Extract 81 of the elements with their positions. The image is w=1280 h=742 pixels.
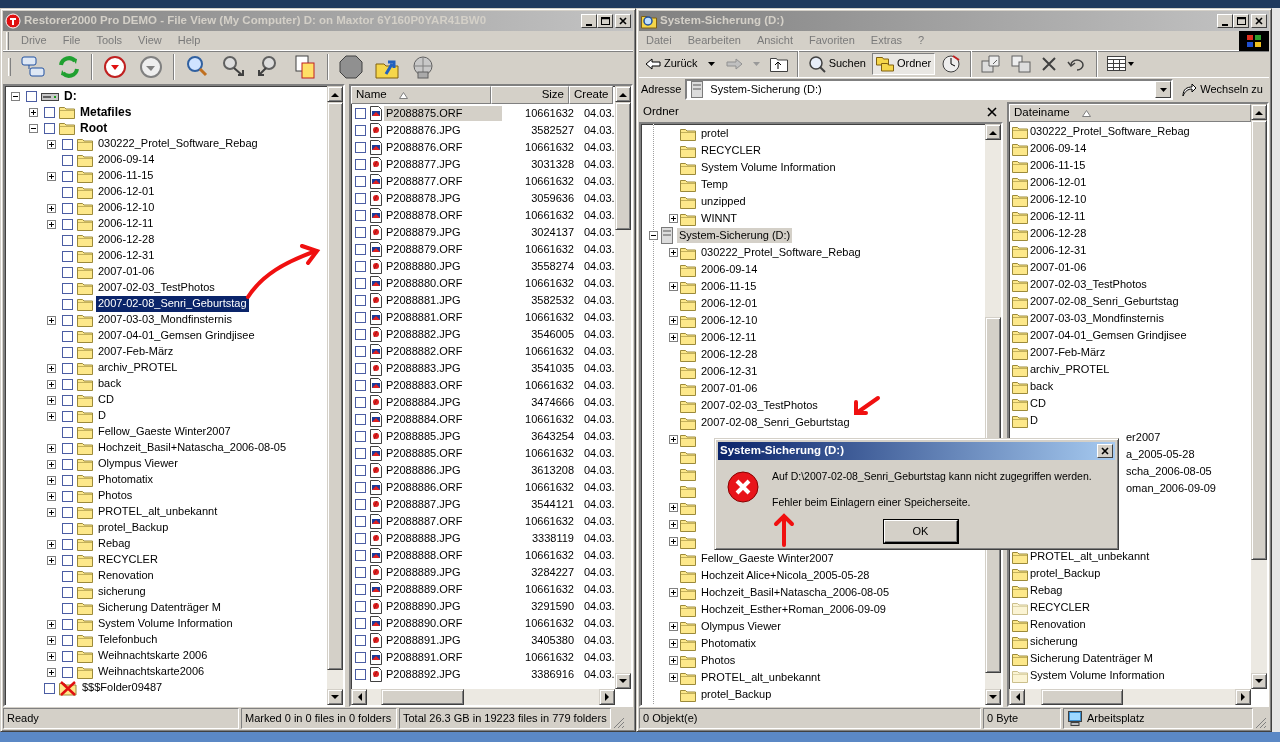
file-date: 04.03. bbox=[583, 361, 612, 376]
file-size: 3059636 bbox=[530, 191, 574, 206]
address-value: System-Sicherung (D:) bbox=[710, 82, 822, 97]
file-size: 10661632 bbox=[524, 378, 574, 393]
file-date: 04.03. bbox=[583, 548, 612, 563]
status-text: Arbeitsplatz bbox=[1087, 711, 1145, 726]
file-size: 10661632 bbox=[524, 582, 574, 597]
file-size: 10661632 bbox=[524, 480, 574, 495]
file-size: 3546005 bbox=[530, 327, 574, 342]
file-date: 04.03. bbox=[583, 191, 612, 206]
file-date: 04.03. bbox=[583, 633, 612, 648]
file-size: 3031328 bbox=[530, 157, 574, 172]
file-date: 04.03. bbox=[583, 378, 612, 393]
file-date: 04.03. bbox=[583, 412, 612, 427]
file-size: 3544121 bbox=[530, 497, 574, 512]
file-date: 04.03. bbox=[583, 327, 612, 342]
file-date: 04.03. bbox=[583, 480, 612, 495]
file-size: 3474666 bbox=[530, 395, 574, 410]
file-size: 10661632 bbox=[524, 310, 574, 325]
file-size: 10661632 bbox=[524, 174, 574, 189]
file-date: 04.03. bbox=[583, 497, 612, 512]
file-size: 10661632 bbox=[524, 208, 574, 223]
file-size: 3541035 bbox=[530, 361, 574, 376]
file-date: 04.03. bbox=[583, 310, 612, 325]
file-date: 04.03. bbox=[583, 123, 612, 138]
dialog-message: Auf D:\2007-02-08_Senri_Geburtstag kann nicht zugegriffen werden. bbox=[772, 470, 1092, 483]
file-size: 3291590 bbox=[530, 599, 574, 614]
pane-title: Ordner bbox=[643, 105, 679, 119]
file-date: 04.03. bbox=[583, 395, 612, 410]
file-date: 04.03. bbox=[583, 344, 612, 359]
file-size: 3582532 bbox=[530, 293, 574, 308]
file-size: 3558274 bbox=[530, 259, 574, 274]
status-text: Ready bbox=[7, 711, 39, 726]
file-size: 3643254 bbox=[530, 429, 574, 444]
file-size: 3405380 bbox=[530, 633, 574, 648]
file-date: 04.03. bbox=[583, 157, 612, 172]
file-date: 04.03. bbox=[583, 599, 612, 614]
file-date: 04.03. bbox=[583, 242, 612, 257]
status-text: 0 Byte bbox=[987, 711, 1019, 726]
file-date: 04.03. bbox=[583, 259, 612, 274]
file-date: 04.03. bbox=[583, 514, 612, 529]
file-size: 3582527 bbox=[530, 123, 574, 138]
dialog-message: Fehler beim Einlagern einer Speicherseite. bbox=[772, 495, 972, 509]
file-size: 10661632 bbox=[524, 616, 574, 631]
address-label: Adresse bbox=[641, 82, 682, 97]
file-size: 3024137 bbox=[530, 225, 574, 240]
file-date: 04.03. bbox=[583, 531, 612, 546]
file-size: 3284227 bbox=[530, 565, 574, 580]
file-date: 04.03. bbox=[583, 616, 612, 631]
file-size: 3613208 bbox=[530, 463, 574, 478]
file-date: 04.03. bbox=[583, 446, 612, 461]
dialog-title: System-Sicherung (D:) bbox=[720, 444, 845, 458]
file-date: 04.03. bbox=[583, 106, 612, 121]
file-date: 04.03. bbox=[583, 174, 612, 189]
file-date: 04.03. bbox=[583, 429, 612, 444]
status-text: 0 Objekt(e) bbox=[643, 711, 698, 726]
file-size: 10661632 bbox=[524, 548, 574, 563]
status-text: Marked 0 in 0 files in 0 folders bbox=[245, 711, 392, 726]
file-size: 10661632 bbox=[524, 446, 574, 461]
file-date: 04.03. bbox=[583, 208, 612, 223]
file-date: 04.03. bbox=[583, 463, 612, 478]
file-date: 04.03. bbox=[583, 667, 612, 682]
file-size: 10661632 bbox=[524, 344, 574, 359]
file-date: 04.03. bbox=[583, 650, 612, 665]
file-size: 10661632 bbox=[524, 650, 574, 665]
file-size: 3386916 bbox=[530, 667, 574, 682]
status-text: Total 26.3 GB in 19223 files in 779 folders bbox=[403, 711, 607, 726]
file-date: 04.03. bbox=[583, 293, 612, 308]
file-date: 04.03. bbox=[583, 565, 612, 580]
file-date: 04.03. bbox=[583, 582, 612, 597]
file-size: 10661632 bbox=[524, 140, 574, 155]
file-size: 3338119 bbox=[531, 531, 574, 546]
file-size: 10661632 bbox=[524, 106, 574, 121]
file-size: 10661632 bbox=[524, 412, 574, 427]
file-date: 04.03. bbox=[583, 276, 612, 291]
window-title: System-Sicherung (D:) bbox=[660, 14, 785, 28]
file-date: 04.03. bbox=[583, 140, 612, 155]
file-size: 10661632 bbox=[524, 276, 574, 291]
file-date: 04.03. bbox=[583, 225, 612, 240]
file-size: 10661632 bbox=[524, 242, 574, 257]
file-size: 10661632 bbox=[524, 514, 574, 529]
